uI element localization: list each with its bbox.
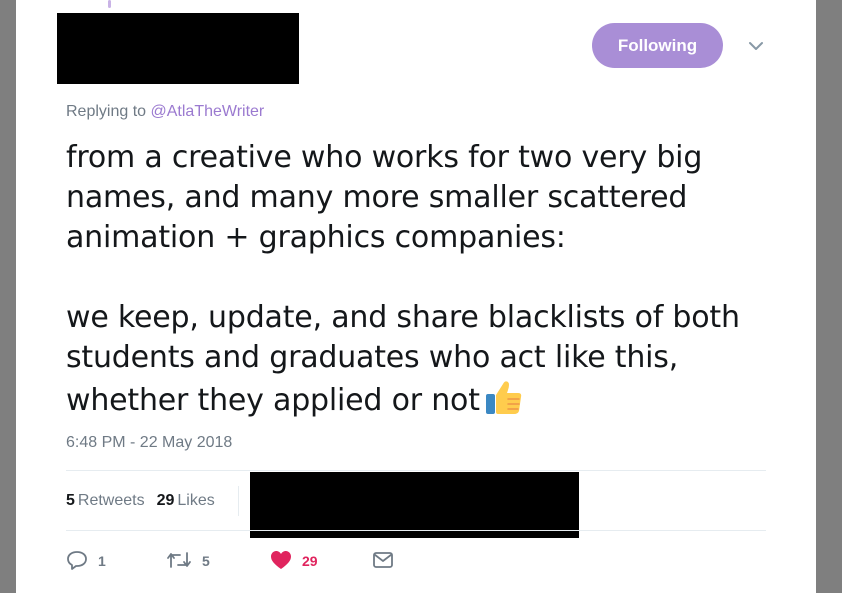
replying-to-line: Replying to @AtlaTheWriter [66, 103, 264, 121]
retweet-count: 5 [202, 553, 210, 569]
thread-connector-line [108, 0, 111, 8]
likes-count: 29 [156, 492, 175, 509]
tweet-paragraph-2: we keep, update, and share blacklists of… [66, 298, 786, 427]
reply-count: 1 [98, 553, 106, 569]
tweet-text: from a creative who works for two very b… [66, 138, 786, 427]
thumbs-up-icon [484, 378, 524, 427]
redacted-likers-block [250, 472, 579, 538]
tweet-paragraph-1: from a creative who works for two very b… [66, 140, 703, 255]
tweet-stats: 5 Retweets 29 Likes [66, 492, 215, 510]
likes-stat[interactable]: 29 Likes [157, 492, 215, 510]
retweets-count: 5 [66, 492, 75, 509]
divider-top [66, 470, 766, 471]
tweet-timestamp[interactable]: 6:48 PM - 22 May 2018 [66, 434, 232, 452]
reply-icon [66, 550, 88, 573]
like-button[interactable]: 29 [270, 550, 372, 573]
divider-bottom [66, 530, 766, 531]
direct-message-button[interactable] [372, 551, 394, 572]
retweets-label: Retweets [77, 492, 145, 509]
tweet-actions: 1 5 29 [66, 548, 394, 574]
redacted-author-block [57, 13, 299, 84]
reply-button[interactable]: 1 [66, 550, 166, 573]
retweet-button[interactable]: 5 [166, 550, 270, 573]
like-count: 29 [302, 553, 318, 569]
tweet-card: Following Replying to @AtlaTheWriter fro… [16, 0, 816, 593]
likes-label: Likes [177, 492, 215, 509]
chevron-down-icon[interactable] [746, 36, 766, 56]
replying-to-prefix: Replying to [66, 103, 147, 120]
stats-separator [238, 486, 239, 516]
replying-to-handle-link[interactable]: @AtlaTheWriter [151, 103, 265, 120]
retweets-stat[interactable]: 5 Retweets [66, 492, 145, 510]
tweet-paragraph-2-text: we keep, update, and share blacklists of… [66, 300, 740, 418]
following-button[interactable]: Following [592, 23, 723, 68]
retweet-icon [166, 550, 192, 573]
heart-icon [270, 550, 292, 573]
envelope-icon [372, 551, 394, 572]
